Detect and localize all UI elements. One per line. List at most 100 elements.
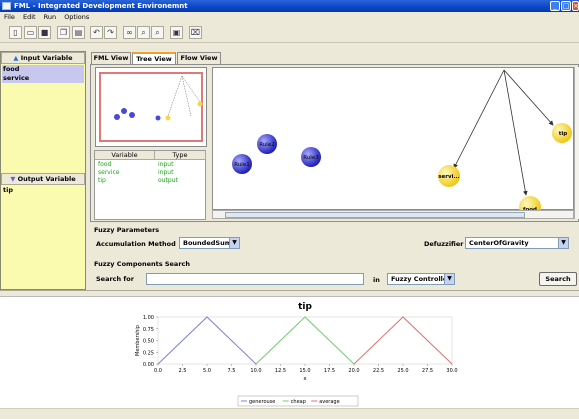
list-item-tip[interactable]: tip — [2, 186, 84, 195]
tab-fml-view[interactable]: FML View — [91, 52, 131, 64]
find-icon[interactable]: ⌕ — [137, 26, 150, 39]
y-tick-label: 0.75 — [143, 327, 154, 333]
tab-flow-view[interactable]: Flow View — [177, 52, 221, 64]
graph-node-rule3[interactable]: Rule3 — [301, 147, 321, 167]
search-button[interactable]: Search — [539, 272, 577, 286]
x-tick-label: 5.0 — [203, 368, 211, 374]
graph-node-food[interactable]: food — [519, 196, 541, 211]
chevron-down-icon: ▼ — [444, 274, 454, 284]
plot-area — [157, 316, 453, 365]
x-tick-label: 25.0 — [397, 368, 408, 374]
membership-chart: tip 0.00 0.25 0.50 0.75 1.00 0.0 2.5 5.0 7.5 10.0 1… — [135, 302, 458, 407]
y-tick-label: 0.50 — [143, 339, 154, 345]
in-label: in — [373, 276, 380, 284]
scroll-thumb[interactable] — [225, 212, 525, 218]
toolbar: ▯ ▭ ■ ❐ ▤ ↶ ↷ ∞ ⌕ ⌕ ▣ ⌧ — [0, 23, 579, 43]
graph-node-tip[interactable]: tip — [552, 123, 572, 143]
legend-label-cheap: cheap — [291, 399, 306, 405]
redo-icon[interactable]: ↷ — [104, 26, 117, 39]
print-icon[interactable]: ▤ — [72, 26, 85, 39]
list-item-food[interactable]: food — [2, 65, 84, 74]
x-tick-label: 30.0 — [446, 368, 457, 374]
search-for-label: Search for — [96, 275, 134, 283]
edge-arrow — [453, 69, 505, 169]
table-cell-variable: food — [98, 161, 112, 168]
overview-graph — [114, 75, 203, 121]
menu-options[interactable]: Options — [64, 13, 89, 21]
x-tick-label: 15.0 — [299, 368, 310, 374]
menu-file[interactable]: File — [4, 13, 15, 21]
table-cell-type: input — [158, 161, 174, 168]
y-tick-label: 1.00 — [143, 315, 154, 321]
search-scope-select[interactable]: Fuzzy Controller ▼ — [387, 273, 455, 285]
table-cell-variable: service — [98, 169, 120, 176]
x-tick-label: 2.5 — [179, 368, 187, 374]
y-axis-label: Membership — [135, 325, 141, 356]
menu-edit[interactable]: Edit — [23, 13, 36, 21]
defuzzifier-label: Defuzzifier — [424, 240, 464, 248]
graph-overview[interactable] — [95, 67, 207, 147]
binoculars-icon[interactable]: ∞ — [123, 26, 136, 39]
undo-icon[interactable]: ↶ — [90, 26, 103, 39]
open-icon[interactable]: ▭ — [24, 26, 37, 39]
save-icon[interactable]: ■ — [38, 26, 51, 39]
variable-panel: ▲ Input Variable food service ▼ Output V… — [0, 51, 86, 290]
svg-text:Rule3: Rule3 — [303, 155, 319, 161]
accumulation-method-select[interactable]: BoundedSum ▼ — [179, 237, 240, 249]
tab-tree-view[interactable]: Tree View — [132, 52, 176, 64]
menu-bar: File Edit Run Options — [0, 12, 579, 22]
variable-table: Variable Type food input service input t… — [94, 150, 206, 220]
help-icon[interactable]: ⌧ — [189, 26, 202, 39]
overview-node — [165, 115, 171, 121]
run-icon[interactable]: ▣ — [170, 26, 183, 39]
list-item-service[interactable]: service — [2, 74, 84, 83]
find-next-icon[interactable]: ⌕ — [151, 26, 164, 39]
x-tick-label: 12.5 — [275, 368, 286, 374]
edge-arrow — [503, 69, 554, 126]
window-title: FML - Integrated Development Environemnt — [14, 2, 188, 10]
membership-chart-panel: tip 0.00 0.25 0.50 0.75 1.00 0.0 2.5 5.0 7.5 10.0 1… — [0, 296, 579, 408]
vertical-scrollbar[interactable] — [574, 67, 579, 219]
overview-node — [129, 112, 135, 118]
x-tick-label: 7.5 — [228, 368, 236, 374]
search-input[interactable] — [146, 273, 364, 285]
overview-node — [121, 108, 127, 114]
table-header-variable[interactable]: Variable — [95, 151, 155, 160]
menu-run[interactable]: Run — [44, 13, 56, 21]
graph-svg: Rule1 Rule2 Rule3 tip servi... food — [232, 69, 572, 211]
overview-node — [155, 115, 161, 121]
x-tick-label: 10.0 — [250, 368, 261, 374]
x-axis-label: x — [303, 376, 307, 382]
horizontal-scrollbar[interactable] — [212, 210, 574, 219]
chart-title: tip — [298, 302, 312, 312]
input-variable-header[interactable]: ▲ Input Variable — [1, 52, 85, 64]
x-tick-label: 0.0 — [154, 368, 162, 374]
title-bar: FML - Integrated Development Environemnt — [0, 0, 579, 12]
table-cell-type: output — [158, 177, 178, 184]
status-bar — [0, 408, 579, 419]
svg-text:tip: tip — [559, 131, 568, 137]
defuzzifier-select[interactable]: CenterOfGravity ▼ — [465, 237, 569, 249]
close-icon[interactable]: × — [572, 1, 579, 11]
x-tick-label: 17.5 — [324, 368, 335, 374]
table-header-type[interactable]: Type — [155, 151, 206, 160]
table-cell-variable: tip — [98, 177, 106, 184]
graph-node-rule1[interactable]: Rule1 — [232, 154, 252, 174]
edge-arrow — [503, 69, 528, 196]
y-tick-label: 0.00 — [143, 362, 154, 368]
app-icon — [2, 2, 11, 10]
table-cell-type: input — [158, 169, 174, 176]
graph-node-service[interactable]: servi... — [438, 165, 460, 187]
output-variable-header[interactable]: ▼ Output Variable — [1, 173, 85, 185]
graph-node-rule2[interactable]: Rule2 — [257, 134, 277, 154]
new-file-icon[interactable]: ▯ — [9, 26, 22, 39]
chevron-down-icon: ▼ — [229, 238, 239, 248]
maximize-icon[interactable]: □ — [561, 1, 571, 11]
svg-text:Rule2: Rule2 — [259, 142, 274, 148]
minimize-icon[interactable]: _ — [550, 1, 560, 11]
overview-node — [197, 101, 203, 107]
overview-node — [114, 114, 120, 120]
legend-label-average: average — [319, 399, 339, 405]
graph-canvas[interactable]: Rule1 Rule2 Rule3 tip servi... food — [212, 67, 574, 211]
copy-icon[interactable]: ❐ — [57, 26, 70, 39]
